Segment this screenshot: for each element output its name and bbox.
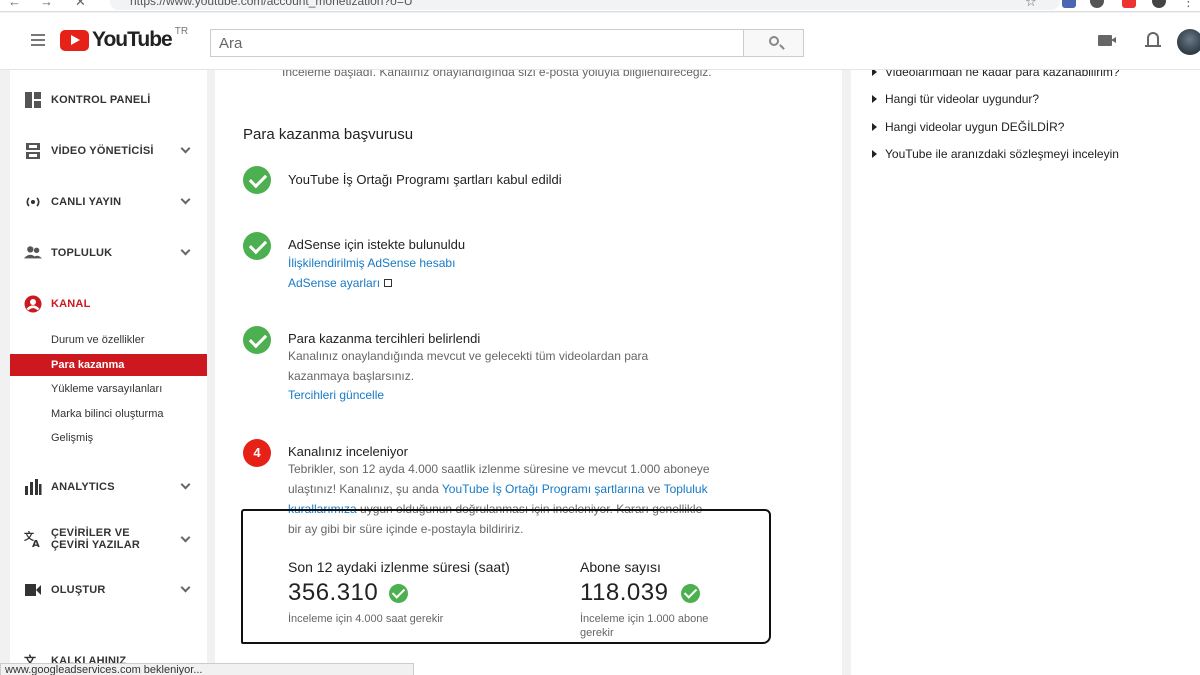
chevron-down-icon[interactable] [180,532,191,543]
search-input[interactable]: Ara [210,29,744,57]
notifications-bell-icon[interactable] [1145,32,1161,49]
hamburger-menu-icon[interactable] [31,34,45,49]
chevron-down-icon[interactable] [180,194,191,205]
youtube-play-icon [60,29,89,51]
section-title: Para kazanma başvurusu [243,126,414,143]
help-link-label: Videolarımdan ne kadar para kazanabiliri… [885,70,1120,79]
address-bar[interactable]: https://www.youtube.com/account_monetiza… [110,0,1060,10]
sidebar: KONTROL PANELİ VİDEO YÖNETİCİSİ CANLI YA… [10,70,207,675]
logo-text: YouTube [92,28,173,51]
masthead: YouTube TR Ara [0,13,1200,70]
youtube-logo[interactable]: YouTube TR [60,25,189,52]
chevron-down-icon[interactable] [180,582,191,593]
menu-icon[interactable]: ⋮ [1182,0,1195,10]
sidebar-item-label: KANAL [51,298,91,310]
sidebar-item-label: TOPLULUK [51,247,113,259]
close-icon[interactable]: ✕ [75,0,86,10]
chevron-down-icon[interactable] [180,143,191,154]
sidebar-subitem-upload-defaults[interactable]: Yükleme varsayılanları [10,378,207,400]
chevron-down-icon[interactable] [180,479,191,490]
sidebar-item-create[interactable]: OLUŞTUR [10,575,207,605]
adsense-settings-label: AdSense ayarları [288,276,381,290]
bookmark-star-icon[interactable]: ☆ [1025,0,1037,10]
upload-video-icon[interactable] [1098,35,1116,46]
step-number-badge: 4 [243,439,271,467]
chevron-down-icon[interactable] [180,245,191,256]
adsense-settings-link[interactable]: AdSense ayarları [288,276,393,290]
extension-icon[interactable] [1062,0,1076,8]
search-button[interactable] [743,29,804,57]
subscribers-note: İnceleme için 1.000 abone gerekir [580,613,709,639]
sidebar-item-video-manager[interactable]: VİDEO YÖNETİCİSİ [10,136,207,166]
extension-icon[interactable] [1152,0,1166,8]
update-preferences-link[interactable]: Tercihleri güncelle [288,388,384,402]
review-started-text: İnceleme başladı. Kanalınız onaylandığın… [282,70,712,79]
step-title: Para kazanma tercihleri belirlendi [288,331,481,346]
sidebar-item-community[interactable]: TOPLULUK [10,238,207,268]
community-icon [24,246,42,259]
svg-text:A: A [32,539,40,548]
check-icon [389,584,408,603]
sidebar-item-channel[interactable]: KANAL [10,289,207,319]
forward-icon[interactable]: → [40,0,53,9]
check-icon [681,584,700,603]
sidebar-item-label: ANALYTICS [51,481,115,493]
live-icon [26,197,40,207]
subscribers-label: Abone sayısı [580,559,661,575]
channel-icon [24,295,42,313]
linked-adsense-link[interactable]: İlişkilendirilmiş AdSense hesabı [288,256,455,270]
help-link-label: Hangi videolar uygun DEĞİLDİR? [885,120,1065,134]
browser-chrome: ← → ✕ https://www.youtube.com/account_mo… [0,0,1200,12]
check-icon [243,166,271,194]
check-icon [243,326,271,354]
logo-region: TR [174,25,189,37]
translate-icon: 文A [24,530,40,548]
browser-status-bar: www.googleadservices.com bekleniyor... [0,663,414,675]
sidebar-subitem-branding[interactable]: Marka bilinci oluşturma [10,403,207,425]
help-link[interactable]: Hangi tür videolar uygundur? [872,92,1039,106]
stats-highlight-box: Son 12 aydaki izlenme süresi (saat) 356.… [241,509,771,644]
sidebar-item-label: KONTROL PANELİ [51,94,151,106]
step-description: Kanalınız onaylandığında mevcut ve gelec… [288,349,649,383]
watch-time-value: 356.310 [288,579,379,606]
back-icon[interactable]: ← [8,0,21,9]
help-link[interactable]: YouTube ile aranızdaki sözleşmeyi incele… [872,147,1119,161]
subscribers-value: 118.039 [580,579,669,606]
create-icon [25,584,41,596]
help-panel: Videolarımdan ne kadar para kazanabiliri… [851,70,1200,675]
sidebar-item-live[interactable]: CANLI YAYIN [10,187,207,217]
help-link[interactable]: Videolarımdan ne kadar para kazanabiliri… [872,70,1120,79]
sidebar-item-label: VİDEO YÖNETİCİSİ [51,145,154,157]
dashboard-icon [25,92,41,108]
external-link-icon [384,279,393,287]
video-manager-icon [26,143,40,159]
review-text: ve [644,482,664,496]
analytics-icon [25,479,42,495]
sidebar-item-label: CANLI YAYIN [51,196,122,208]
watch-time-label: Son 12 aydaki izlenme süresi (saat) [288,559,510,575]
sidebar-subitem-status[interactable]: Durum ve özellikler [10,329,207,351]
sidebar-item-dashboard[interactable]: KONTROL PANELİ [10,85,207,115]
ypp-terms-link[interactable]: YouTube İş Ortağı Programı şartlarına [442,482,645,496]
extension-icon[interactable] [1122,0,1136,8]
help-link-label: Hangi tür videolar uygundur? [885,92,1040,106]
sidebar-subitem-advanced[interactable]: Gelişmiş [10,427,207,449]
monetization-panel: İnceleme başladı. Kanalınız onaylandığın… [215,70,842,675]
sidebar-item-label: OLUŞTUR [51,584,106,596]
sidebar-item-analytics[interactable]: ANALYTICS [10,472,207,502]
download-extension-icon[interactable] [1090,0,1104,8]
step-title: Kanalınız inceleniyor [288,444,408,459]
watch-time-note: İnceleme için 4.000 saat gerekir [288,613,444,625]
help-link-label: YouTube ile aranızdaki sözleşmeyi incele… [885,147,1119,161]
sidebar-item-translations[interactable]: 文A ÇEVİRİLER VE ÇEVİRİ YAZILAR [10,521,207,557]
search-icon [769,36,779,46]
check-icon [243,232,271,260]
step-title: YouTube İş Ortağı Programı şartları kabu… [288,172,562,187]
step-title: AdSense için istekte bulunuldu [288,237,466,252]
sidebar-subitem-monetization[interactable]: Para kazanma [10,354,207,376]
avatar[interactable] [1177,29,1200,55]
help-link[interactable]: Hangi videolar uygun DEĞİLDİR? [872,120,1064,134]
sidebar-item-label: ÇEVİRİLER VE ÇEVİRİ YAZILAR [51,527,140,551]
